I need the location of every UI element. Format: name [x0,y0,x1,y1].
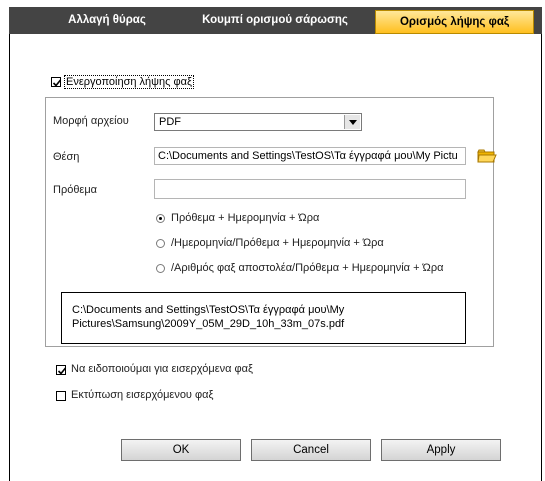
prefix-label: Πρόθεμα [53,184,98,196]
checkmark-icon [52,79,62,87]
window-border-left [9,34,10,481]
window-border-right [541,34,542,481]
enable-fax-receive-label[interactable]: Ενεργοποίηση λήψης φαξ [64,75,194,89]
naming-option-label-3[interactable]: /Αριθμός φαξ αποστολέα/Πρόθεμα + Ημερομη… [171,262,443,274]
notify-incoming-label[interactable]: Να ειδοποιούμαι για εισερχόμενα φαξ [71,363,253,375]
enable-fax-receive-checkbox[interactable] [51,77,62,87]
chevron-down-icon [349,120,357,125]
location-label: Θέση [53,151,80,163]
naming-option-radio-2[interactable] [156,239,165,248]
folder-icon[interactable] [476,147,498,165]
naming-option-radio-3[interactable] [156,264,165,273]
tab-change-port[interactable]: Αλλαγή θύρας [52,7,162,34]
notify-incoming-checkbox[interactable] [56,365,67,375]
location-field[interactable]: C:\Documents and Settings\TestOS\Τα έγγρ… [154,147,466,165]
file-format-value: PDF [159,116,181,128]
path-preview-box: C:\Documents and Settings\TestOS\Τα έγγρ… [61,292,466,344]
file-format-select[interactable]: PDF [154,113,362,131]
ok-button[interactable]: OK [121,439,241,461]
dropdown-button[interactable] [344,115,360,129]
checkmark-icon [57,367,67,375]
apply-button[interactable]: Apply [381,439,501,461]
naming-option-radio-1[interactable] [156,214,165,223]
naming-option-label-1[interactable]: Πρόθεμα + Ημερομηνία + Ώρα [171,212,319,224]
location-value: C:\Documents and Settings\TestOS\Τα έγγρ… [158,150,458,162]
path-preview-line-2: Pictures\Samsung\2009Y_05M_29D_10h_33m_0… [72,318,345,330]
print-incoming-checkbox[interactable] [56,391,66,401]
file-format-label: Μορφή αρχείου [53,115,129,127]
tab-scan-button-settings[interactable]: Κουμπί ορισμού σάρωσης [200,7,350,34]
cancel-button[interactable]: Cancel [251,439,371,461]
path-preview-line-1: C:\Documents and Settings\TestOS\Τα έγγρ… [72,304,345,316]
radio-selected-dot [159,217,162,220]
prefix-field[interactable] [154,179,466,199]
print-incoming-label[interactable]: Εκτύπωση εισερχόμενου φαξ [71,389,213,401]
tab-fax-receive-settings[interactable]: Ορισμός λήψης φαξ [375,10,534,34]
naming-option-label-2[interactable]: /Ημερομηνία/Πρόθεμα + Ημερομηνία + Ώρα [171,237,384,249]
